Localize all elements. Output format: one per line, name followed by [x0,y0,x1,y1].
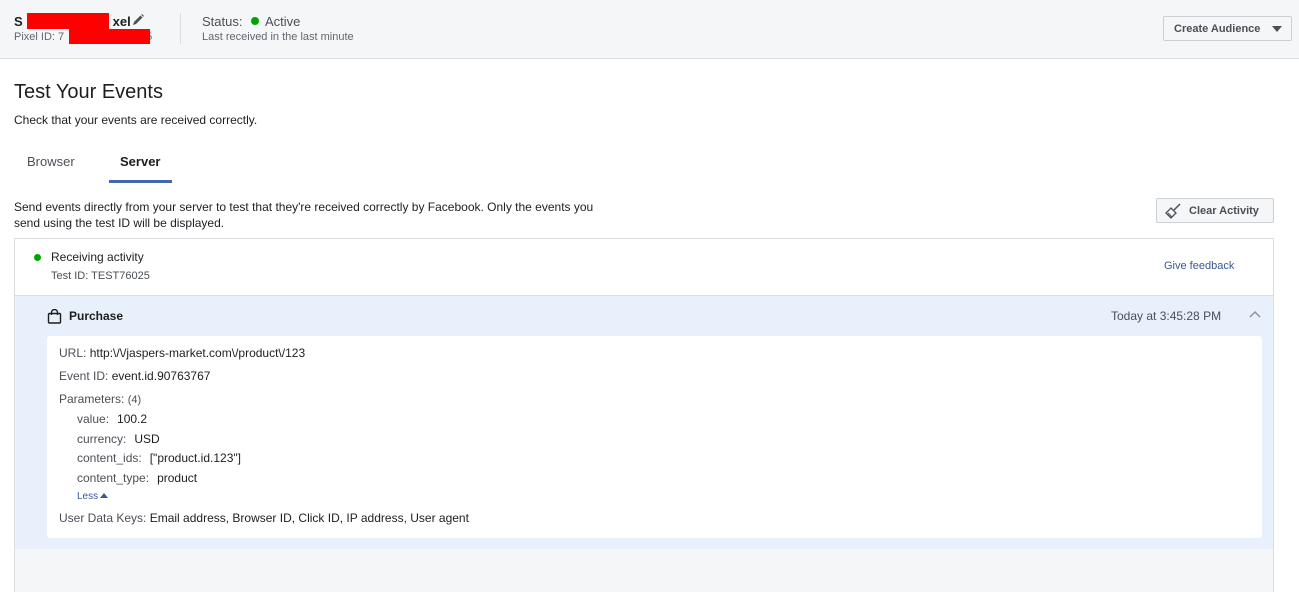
param-value: ["product.id.123"] [149,451,241,465]
active-tab-indicator [109,180,172,183]
user-data-value: Email address, Browser ID, Click ID, IP … [149,511,469,525]
shopping-bag-icon [47,309,62,324]
status-dot-icon [251,17,259,25]
tab-browser[interactable]: Browser [27,154,75,169]
last-received-text: Last received in the last minute [202,31,354,43]
event-card: Purchase Today at 3:45:28 PM URL: http:\… [15,296,1273,549]
param-row: value: 100.2 [77,412,147,426]
event-id-value: event.id.90763767 [111,369,211,383]
tab-server[interactable]: Server [120,154,160,169]
less-label: Less [77,491,99,502]
pixel-header: Sxel Pixel ID: 75 Status: Active Last re… [0,0,1299,59]
redaction-box [69,29,150,44]
page-title: Test Your Events [14,81,163,103]
create-audience-button[interactable]: Create Audience [1163,16,1292,41]
user-data-label: User Data Keys: [59,511,147,525]
url-row: URL: http:\/\/jaspers-market.com\/produc… [59,346,305,360]
test-id: Test ID: TEST76025 [51,270,150,282]
page-subtitle: Check that your events are received corr… [14,113,258,127]
activity-panel: Receiving activity Test ID: TEST76025 Gi… [14,238,1274,592]
event-header[interactable]: Purchase Today at 3:45:28 PM [15,296,1273,336]
receiving-activity-title: Receiving activity [51,250,144,264]
param-row: content_type: product [77,471,197,485]
param-value: 100.2 [117,412,148,426]
create-audience-label: Create Audience [1174,22,1261,35]
url-label: URL: [59,346,87,360]
param-key: content_type: [77,471,150,485]
param-key: content_ids: [77,451,142,465]
param-row: content_ids: ["product.id.123"] [77,451,241,465]
clear-activity-button[interactable]: Clear Activity [1156,198,1274,223]
status-value: Active [265,14,301,29]
event-details: URL: http:\/\/jaspers-market.com\/produc… [47,336,1262,538]
pencil-icon[interactable] [131,13,145,27]
param-value: USD [134,432,160,446]
redaction-box [27,13,109,29]
chevron-up-icon[interactable] [1248,309,1262,319]
receiving-status-dot-icon [34,254,41,261]
less-toggle[interactable]: Less [77,491,109,502]
caret-up-icon [100,493,109,498]
parameters-row: Parameters: (4) [59,392,141,406]
event-id-row: Event ID: event.id.90763767 [59,369,210,383]
parameters-count: (4) [127,394,142,406]
event-time: Today at 3:45:28 PM [1111,309,1222,323]
user-data-row: User Data Keys: Email address, Browser I… [59,511,469,525]
receiving-activity-bar: Receiving activity Test ID: TEST76025 Gi… [15,239,1273,296]
param-key: value: [77,412,110,426]
param-key: currency: [77,432,127,446]
event-id-label: Event ID: [59,369,109,383]
header-divider [180,13,181,44]
give-feedback-link[interactable]: Give feedback [1164,260,1234,272]
parameters-label: Parameters: [59,392,125,406]
server-description: Send events directly from your server to… [14,200,594,230]
caret-down-icon [1272,26,1282,32]
status-label: Status: [202,14,243,29]
event-name: Purchase [69,309,124,323]
param-value: product [157,471,198,485]
clear-activity-label: Clear Activity [1189,205,1259,217]
param-row: currency: USD [77,432,160,446]
broom-icon [1165,203,1181,219]
url-value: http:\/\/jaspers-market.com\/product\/12… [89,346,306,360]
